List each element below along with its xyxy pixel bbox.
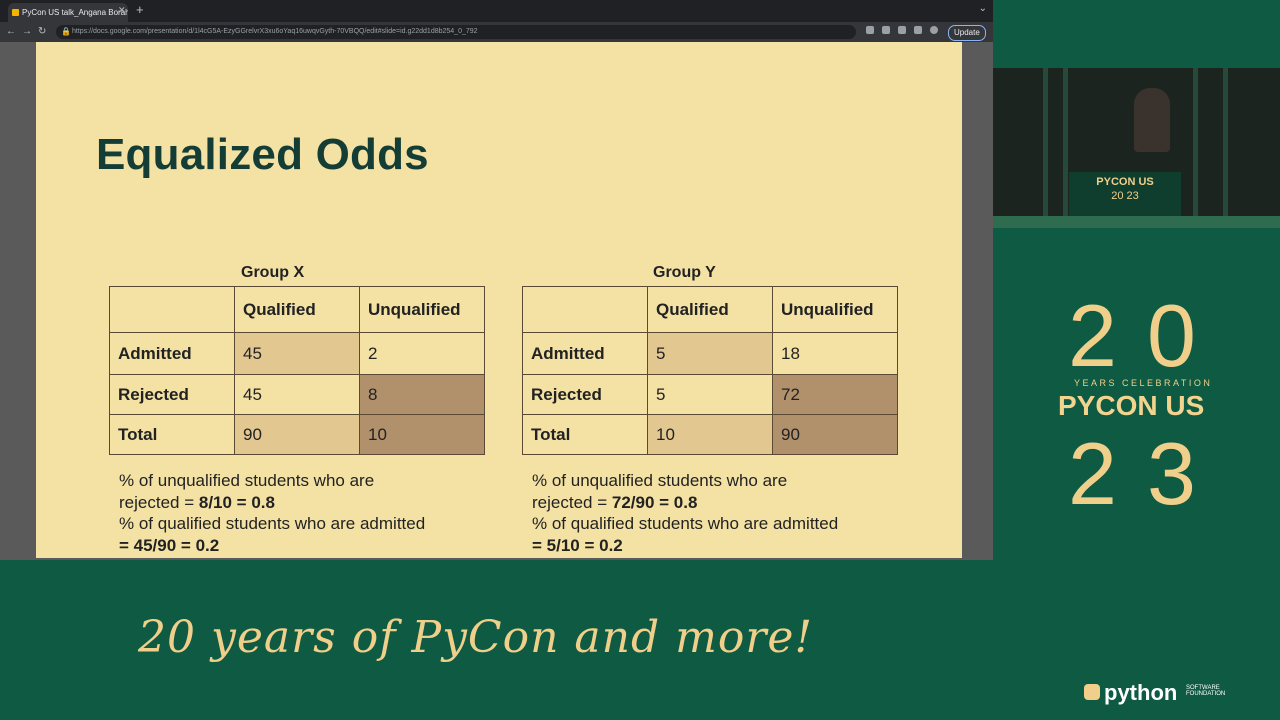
browser-tab[interactable]: PyCon US talk_Angana Borah: [8, 3, 128, 22]
reload-icon[interactable]: ↻: [38, 26, 46, 37]
tab-title: PyCon US talk_Angana Borah: [22, 8, 128, 17]
tagline: 20 years of PyCon and more!: [138, 612, 814, 663]
table-cell-highlight: 10: [359, 414, 485, 455]
table-row: Rejected 5 72: [522, 374, 898, 415]
download-icon[interactable]: [898, 26, 906, 34]
extensions-icon[interactable]: [914, 26, 922, 34]
row-label: Admitted: [522, 332, 648, 375]
profile-avatar-icon[interactable]: [930, 26, 938, 34]
share-icon[interactable]: [866, 26, 874, 34]
podium-title: PYCON US: [1096, 176, 1154, 188]
backdrop-stripe: [1043, 68, 1048, 216]
year-bottom: 23: [1068, 424, 1226, 523]
group-x-table: Qualified Unqualified Admitted 45 2 Reje…: [109, 286, 485, 455]
table-cell-highlight: 5: [647, 332, 773, 375]
speaker-video: PYCON US 20 23: [993, 68, 1280, 228]
note-line: rejected = 8/10 = 0.8: [119, 492, 275, 512]
python-logo-icon: [1084, 684, 1100, 700]
table-row: Rejected 45 8: [109, 374, 485, 415]
year-top: 20: [1068, 286, 1226, 385]
table-cell: 45: [234, 374, 360, 415]
row-label: Rejected: [522, 374, 648, 415]
backdrop-stripe: [1063, 68, 1068, 216]
table-header-cell: Qualified: [234, 286, 360, 333]
group-x-label: Group X: [241, 264, 305, 281]
table-cell: [522, 286, 648, 333]
table-cell: 5: [647, 374, 773, 415]
table-row: Admitted 45 2: [109, 332, 485, 375]
speaker: [1134, 88, 1170, 152]
table-row: Admitted 5 18: [522, 332, 898, 375]
table-cell-highlight: 45: [234, 332, 360, 375]
group-y-label: Group Y: [653, 264, 716, 281]
table-header-row: Qualified Unqualified: [109, 286, 485, 333]
group-y-table: Qualified Unqualified Admitted 5 18 Reje…: [522, 286, 898, 455]
row-label: Rejected: [109, 374, 235, 415]
chevron-down-icon[interactable]: ⌄: [979, 3, 987, 14]
note-line: % of unqualified students who are: [532, 471, 788, 490]
table-cell-highlight: 72: [772, 374, 898, 415]
backdrop-stripe: [1223, 68, 1228, 216]
row-label: Total: [522, 414, 648, 455]
psf-sub: SOFTWARE FOUNDATION: [1186, 685, 1226, 697]
back-icon[interactable]: ←: [6, 26, 16, 37]
table-cell-highlight: 90: [234, 414, 360, 455]
forward-icon[interactable]: →: [22, 26, 32, 37]
update-button[interactable]: Update: [948, 25, 986, 41]
url-text: https://docs.google.com/presentation/d/1…: [72, 28, 478, 35]
tab-bar: PyCon US talk_Angana Borah ✕ + ⌄: [0, 0, 993, 22]
note-line: = 45/90 = 0.2: [119, 535, 220, 555]
table-header-cell: Unqualified: [359, 286, 485, 333]
table-cell-highlight: 10: [647, 414, 773, 455]
note-line: rejected = 72/90 = 0.8: [532, 492, 698, 512]
table-row: Total 90 10: [109, 414, 485, 455]
row-label: Total: [109, 414, 235, 455]
table-cell: 2: [359, 332, 485, 375]
backdrop-stripe: [1193, 68, 1198, 216]
brand-title: PYCON US: [1058, 390, 1205, 421]
table-cell: [109, 286, 235, 333]
stage-bar: [993, 216, 1280, 228]
podium-year: 20 23: [1111, 190, 1139, 202]
star-icon[interactable]: [882, 26, 890, 34]
note-line: % of qualified students who are admitted: [532, 514, 839, 533]
table-cell: 18: [772, 332, 898, 375]
lock-icon: 🔒: [61, 27, 71, 36]
group-x-note: % of unqualified students who are reject…: [119, 470, 425, 556]
url-input[interactable]: 🔒 https://docs.google.com/presentation/d…: [56, 25, 856, 39]
table-row: Total 10 90: [522, 414, 898, 455]
close-icon[interactable]: ✕: [118, 5, 126, 16]
table-cell-highlight: 90: [772, 414, 898, 455]
address-bar: ← → ↻ 🔒 https://docs.google.com/presenta…: [0, 22, 993, 42]
table-cell-highlight: 8: [359, 374, 485, 415]
table-header-row: Qualified Unqualified: [522, 286, 898, 333]
note-line: % of qualified students who are admitted: [119, 514, 426, 533]
psf-word: python: [1104, 680, 1178, 705]
row-label: Admitted: [109, 332, 235, 375]
new-tab-button[interactable]: +: [136, 2, 144, 17]
slide: Equalized Odds Group X Qualified Unquali…: [36, 42, 962, 558]
slides-favicon-icon: [12, 9, 19, 16]
table-header-cell: Unqualified: [772, 286, 898, 333]
years-celebration: YEARS CELEBRATION: [1074, 378, 1213, 388]
slide-title: Equalized Odds: [96, 130, 429, 179]
group-y-note: % of unqualified students who are reject…: [532, 470, 838, 556]
note-line: = 5/10 = 0.2: [532, 535, 623, 555]
table-header-cell: Qualified: [647, 286, 773, 333]
note-line: % of unqualified students who are: [119, 471, 375, 490]
